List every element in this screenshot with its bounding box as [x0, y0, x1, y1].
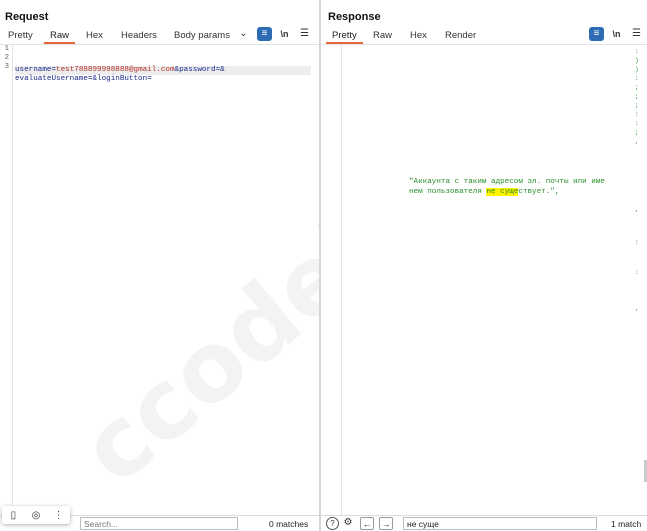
request-title: Request — [5, 11, 49, 23]
truncated-lines-edge: , — [635, 305, 639, 312]
line-number: 3 — [4, 63, 9, 71]
response-text-line: нем пользователя не существует.", — [409, 188, 560, 196]
line-number-gutter: 1 2 3 — [0, 45, 13, 515]
gear-icon[interactable]: ⚙ — [341, 517, 355, 530]
truncated-lines-edge: , — [635, 206, 639, 213]
request-editor[interactable]: 1 2 3 username=test788899998888@gmail.co… — [0, 45, 319, 515]
request-tab-headers[interactable]: Headers — [115, 28, 163, 44]
response-tab-pretty[interactable]: Pretty — [326, 28, 363, 44]
response-match-count: 1 match — [611, 519, 642, 529]
truncated-lines-edge: :)):;;;::;, — [635, 48, 639, 145]
response-pane: Response Pretty Raw Hex Render ≡ \n ☰ :)… — [321, 0, 647, 531]
more-icon[interactable]: ⋮ — [51, 510, 67, 521]
request-tab-raw[interactable]: Raw — [44, 28, 76, 44]
help-icon[interactable]: ? — [326, 517, 339, 530]
response-tab-raw[interactable]: Raw — [367, 28, 398, 44]
wrap-icon[interactable]: ≡ — [589, 27, 604, 41]
code-line-3-wrapped: evaluateUsername=&loginButton= — [15, 75, 152, 83]
tab-separator — [321, 44, 647, 45]
request-tab-pretty[interactable]: Pretty — [2, 28, 39, 44]
menu-icon[interactable]: ☰ — [297, 27, 312, 41]
chevron-down-icon[interactable]: ⌄ — [236, 27, 251, 41]
newline-icon[interactable]: \n — [277, 27, 292, 41]
target-icon[interactable]: ◎ — [28, 510, 44, 521]
back-arrow-button[interactable]: ← — [360, 517, 374, 530]
response-gutter — [321, 45, 342, 515]
request-tab-body-params[interactable]: Body params — [168, 28, 236, 44]
newline-icon[interactable]: \n — [609, 27, 624, 41]
response-tab-render[interactable]: Render — [439, 28, 482, 44]
wrap-icon[interactable]: ≡ — [257, 27, 272, 41]
code-line-3: username=test788899998888@gmail.com&pass… — [15, 66, 311, 75]
truncated-lines-edge: : — [635, 269, 639, 276]
forward-arrow-button[interactable]: → — [379, 517, 393, 530]
request-match-count: 0 matches — [269, 519, 309, 529]
response-title: Response — [328, 11, 381, 23]
truncated-lines-edge: : — [635, 239, 639, 246]
menu-icon[interactable]: ☰ — [629, 27, 644, 41]
response-search-bar: ? ⚙ ← → 1 match — [321, 515, 647, 531]
response-search-input[interactable] — [403, 517, 597, 530]
bookmark-icon[interactable]: ▯ — [5, 510, 21, 521]
request-pane: Request Pretty Raw Hex Headers Body para… — [0, 0, 319, 531]
search-highlight: не суще — [486, 188, 519, 196]
line-number: 1 — [4, 45, 9, 53]
request-search-input[interactable] — [80, 517, 238, 530]
line-number: 2 — [4, 54, 9, 62]
floating-toolbar: ▯ ◎ ⋮ — [2, 506, 70, 524]
response-text-line: "Аккаунта с таким адресом эл. почты или … — [409, 178, 605, 186]
request-tab-hex[interactable]: Hex — [80, 28, 109, 44]
response-tab-hex[interactable]: Hex — [404, 28, 433, 44]
